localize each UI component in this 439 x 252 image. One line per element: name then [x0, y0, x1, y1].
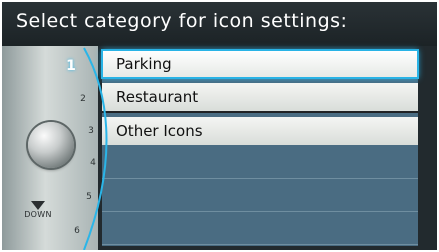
header-bar: Select category for icon settings: [2, 2, 437, 46]
list-item-restaurant[interactable]: Restaurant [102, 83, 418, 113]
item-number-1: 1 [66, 58, 76, 74]
list-item-other-icons[interactable]: Other Icons [102, 117, 418, 145]
down-label: DOWN [24, 210, 52, 219]
list-item-label: Restaurant [116, 88, 199, 106]
item-number-4: 4 [90, 158, 96, 168]
item-number-3: 3 [88, 126, 94, 136]
down-arrow-icon [31, 201, 45, 210]
list-item-empty-6 [102, 216, 418, 245]
list-item-label: Other Icons [116, 122, 203, 140]
list-item-empty-5 [102, 183, 418, 212]
list-item-parking[interactable]: Parking [101, 49, 419, 79]
rotary-knob-icon[interactable] [28, 122, 74, 168]
category-list: Parking Restaurant Other Icons [101, 49, 419, 246]
list-item-empty-4 [102, 150, 418, 179]
page-title: Select category for icon settings: [16, 10, 348, 32]
nav-screen: Select category for icon settings: DOWN … [2, 2, 437, 250]
control-panel: DOWN 1 2 3 4 5 6 [2, 46, 98, 250]
item-number-2: 2 [80, 94, 86, 104]
item-number-5: 5 [86, 192, 92, 202]
down-button[interactable]: DOWN [21, 201, 55, 221]
list-item-label: Parking [116, 55, 172, 73]
item-number-6: 6 [74, 226, 80, 236]
